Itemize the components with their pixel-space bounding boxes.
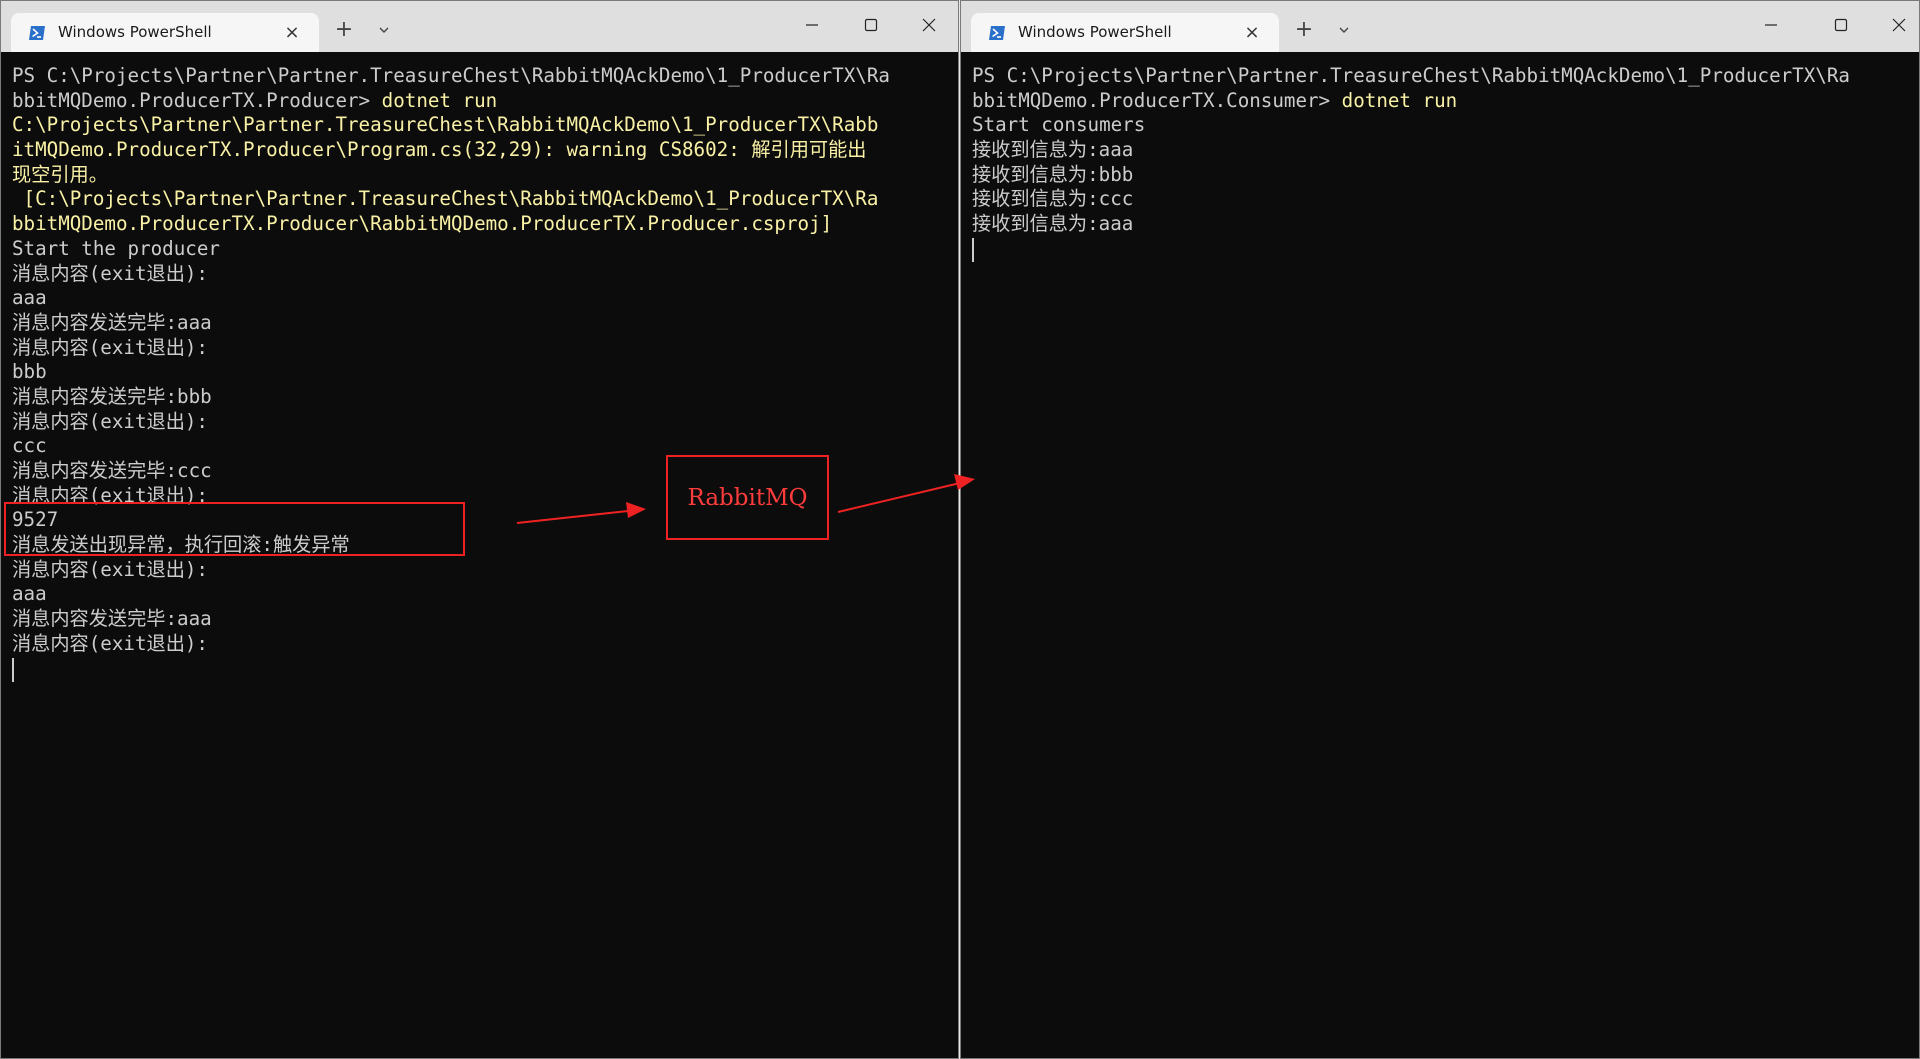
maximize-icon[interactable] <box>861 15 881 35</box>
title-bar: Windows PowerShell × + <box>1 1 958 52</box>
rabbitmq-label: RabbitMQ <box>687 484 808 511</box>
command-text: dotnet run <box>381 88 498 112</box>
prompt-line: bbitMQDemo.ProducerTX.Consumer> dotnet r… <box>972 89 1919 114</box>
output-line: bbb <box>12 360 47 384</box>
chevron-down-icon[interactable] <box>374 20 394 40</box>
error-highlight-box <box>4 502 465 556</box>
text-cursor <box>972 237 974 262</box>
output-line: 消息内容发送完毕:bbb <box>12 384 212 408</box>
powershell-icon <box>28 24 46 42</box>
warning-line: [C:\Projects\Partner\Partner.TreasureChe… <box>12 187 879 211</box>
tab-windows-powershell[interactable]: Windows PowerShell × <box>971 13 1279 52</box>
new-tab-button[interactable]: + <box>1293 19 1315 41</box>
output-line: Start consumers <box>972 113 1146 137</box>
powershell-icon <box>988 24 1006 42</box>
output-line: aaa <box>12 582 47 606</box>
warning-line: C:\Projects\Partner\Partner.TreasureChes… <box>12 113 879 137</box>
output-line: 消息内容(exit退出): <box>12 631 208 655</box>
prompt-path: bbitMQDemo.ProducerTX.Producer> <box>12 88 382 112</box>
warning-line: bbitMQDemo.ProducerTX.Producer\RabbitMQD… <box>12 212 833 236</box>
output-line: 接收到信息为:bbb <box>972 162 1134 186</box>
chevron-down-icon[interactable] <box>1334 20 1354 40</box>
output-line: 接收到信息为:aaa <box>972 138 1134 162</box>
output-line: 消息内容发送完毕:aaa <box>12 310 212 334</box>
close-tab-icon[interactable]: × <box>283 24 301 42</box>
close-tab-icon[interactable]: × <box>1243 24 1261 42</box>
output-line: Start the producer <box>12 236 220 260</box>
terminal-output[interactable]: PS C:\Projects\Partner\Partner.TreasureC… <box>961 52 1919 1058</box>
cursor-line <box>972 237 1919 262</box>
output-line: 消息内容(exit退出): <box>12 557 208 581</box>
cursor-line <box>12 657 958 682</box>
new-tab-button[interactable]: + <box>333 19 355 41</box>
maximize-icon[interactable] <box>1831 15 1851 35</box>
title-bar: Windows PowerShell × + <box>961 1 1919 52</box>
close-icon[interactable] <box>1889 15 1909 35</box>
output-line: 消息内容发送完毕:aaa <box>12 607 212 631</box>
tab-windows-powershell[interactable]: Windows PowerShell × <box>11 13 319 52</box>
prompt-line: bbitMQDemo.ProducerTX.Producer> dotnet r… <box>12 89 958 114</box>
minimize-icon[interactable] <box>802 15 822 35</box>
output-line: aaa <box>12 286 47 310</box>
prompt-line: PS C:\Projects\Partner\Partner.TreasureC… <box>972 64 1850 87</box>
rabbitmq-box: RabbitMQ <box>666 455 829 540</box>
text-cursor <box>12 657 14 682</box>
output-line: 接收到信息为:ccc <box>972 187 1134 211</box>
warning-line: 现空引用。 <box>12 162 108 186</box>
tab-title: Windows PowerShell <box>58 23 212 41</box>
prompt-line: PS C:\Projects\Partner\Partner.TreasureC… <box>12 64 890 87</box>
consumer-terminal-window: Windows PowerShell × + PS C:\Projects\Pa… <box>960 0 1920 1059</box>
output-line: 消息内容(exit退出): <box>12 409 208 433</box>
tab-title: Windows PowerShell <box>1018 23 1172 41</box>
close-icon[interactable] <box>919 15 939 35</box>
output-line: 接收到信息为:aaa <box>972 212 1134 236</box>
command-text: dotnet run <box>1341 88 1458 112</box>
minimize-icon[interactable] <box>1761 15 1781 35</box>
warning-line: itMQDemo.ProducerTX.Producer\Program.cs(… <box>12 138 867 162</box>
output-line: 消息内容(exit退出): <box>12 335 208 359</box>
output-line: 消息内容(exit退出): <box>12 261 208 285</box>
prompt-path: bbitMQDemo.ProducerTX.Consumer> <box>972 88 1342 112</box>
